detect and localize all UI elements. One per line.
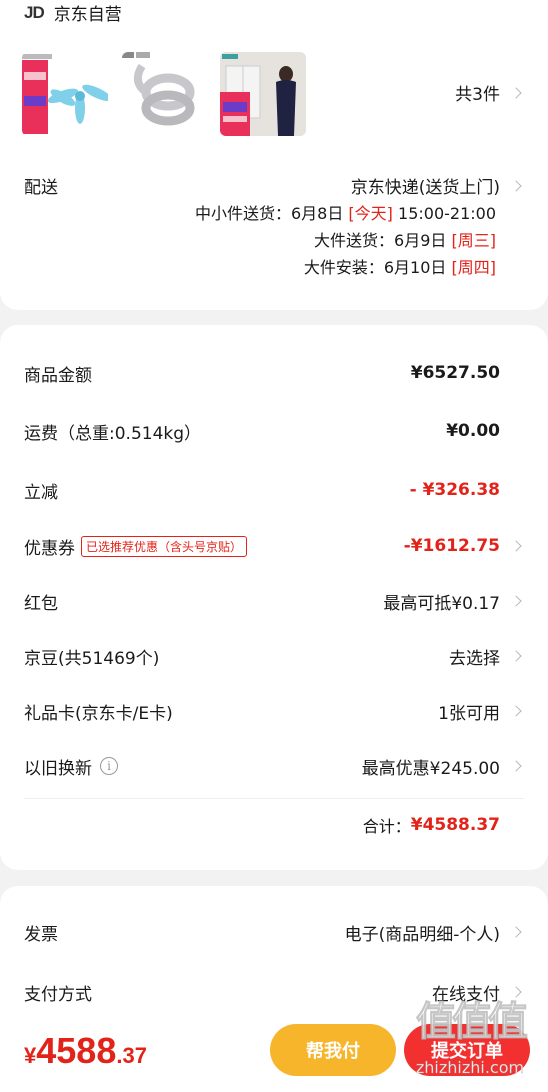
help-pay-label: 帮我付 bbox=[306, 1041, 360, 1062]
shipping-label: 运费（总重:0.514kg） bbox=[24, 423, 202, 444]
delivery-line-small: 中小件送货：6月8日 [今天] 15:00-21:00 bbox=[194, 204, 496, 223]
delivery-schedule: 中小件送货：6月8日 [今天] 15:00-21:00 大件送货：6月9日 [周… bbox=[195, 200, 496, 281]
shipping-row: 运费（总重:0.514kg） ¥0.00 bbox=[0, 403, 548, 459]
chevron-right-icon bbox=[510, 86, 522, 99]
goods-amount-label: 商品金额 bbox=[24, 365, 92, 386]
red-packet-value: 最高可抵¥0.17 bbox=[383, 593, 500, 614]
coupon-label: 优惠券 bbox=[24, 538, 75, 559]
payment-method-label: 支付方式 bbox=[24, 984, 92, 1005]
item-count-label: 共3件 bbox=[455, 85, 500, 105]
chevron-right-icon bbox=[510, 926, 522, 938]
jd-logo: JD bbox=[24, 2, 45, 22]
invoice-row[interactable]: 发票 电子(商品明细-个人) bbox=[0, 904, 548, 960]
gift-card-value: 1张可用 bbox=[438, 703, 500, 724]
delivery-method[interactable]: 京东快递(送货上门) bbox=[351, 173, 524, 198]
delivery-line-install: 大件安装：6月10日 [周四] bbox=[303, 258, 496, 277]
goods-amount-row: 商品金额 ¥6527.50 bbox=[0, 345, 548, 401]
product-thumb-hose[interactable] bbox=[122, 52, 208, 136]
payment-method-value: 在线支付 bbox=[432, 984, 500, 1005]
invoice-value: 电子(商品明细-个人) bbox=[344, 924, 500, 945]
gift-card-row[interactable]: 礼品卡(京东卡/E卡) 1张可用 bbox=[0, 683, 548, 739]
chevron-right-icon bbox=[510, 986, 522, 998]
trade-in-row[interactable]: 以旧换新 i 最高优惠¥245.00 bbox=[0, 738, 548, 794]
instant-discount-value: - ¥326.38 bbox=[409, 480, 500, 500]
chevron-right-icon bbox=[510, 179, 522, 192]
red-packet-row[interactable]: 红包 最高可抵¥0.17 bbox=[0, 573, 548, 629]
chevron-right-icon bbox=[510, 705, 522, 717]
hose-product-image bbox=[122, 52, 195, 126]
price-summary-card: 商品金额 ¥6527.50 运费（总重:0.514kg） ¥0.00 立减 - … bbox=[0, 325, 548, 870]
info-icon[interactable]: i bbox=[100, 757, 118, 775]
delivery-line-large: 大件送货：6月9日 [周三] bbox=[314, 231, 496, 250]
submit-order-label: 提交订单 bbox=[431, 1041, 503, 1062]
total-label: 合计： bbox=[362, 817, 411, 836]
coupon-tag: 已选推荐优惠（含头号京贴） bbox=[81, 535, 248, 557]
fan-product-image bbox=[22, 54, 108, 134]
invoice-label: 发票 bbox=[24, 924, 58, 945]
product-thumb-fridge[interactable] bbox=[220, 52, 306, 136]
delivery-method-text: 京东快递(送货上门) bbox=[350, 178, 500, 198]
instant-discount-label: 立减 bbox=[24, 482, 58, 503]
store-name: 京东自营 bbox=[53, 5, 122, 25]
chevron-right-icon bbox=[510, 595, 522, 607]
chevron-right-icon bbox=[510, 760, 522, 772]
coupon-value: -¥1612.75 bbox=[403, 536, 500, 556]
goods-amount-value: ¥6527.50 bbox=[410, 363, 500, 383]
gift-card-label: 礼品卡(京东卡/E卡) bbox=[24, 703, 173, 724]
trade-in-value: 最高优惠¥245.00 bbox=[361, 758, 500, 779]
coupon-row[interactable]: 优惠券 已选推荐优惠（含头号京贴） -¥1612.75 bbox=[0, 518, 548, 574]
delivery-label: 配送 bbox=[24, 178, 58, 198]
store-header: JD 京东自营 bbox=[24, 0, 122, 26]
bottom-total-price: ¥4588.37 bbox=[24, 1030, 147, 1071]
instant-discount-row: 立减 - ¥326.38 bbox=[0, 462, 548, 518]
item-count[interactable]: 共3件 bbox=[455, 80, 524, 105]
chevron-right-icon bbox=[510, 540, 522, 552]
jd-beans-value: 去选择 bbox=[449, 648, 500, 669]
product-thumb-fan[interactable] bbox=[22, 52, 108, 136]
jd-beans-row[interactable]: 京豆(共51469个) 去选择 bbox=[0, 628, 548, 684]
red-packet-label: 红包 bbox=[24, 593, 58, 614]
trade-in-label: 以旧换新 bbox=[24, 758, 92, 779]
order-card: JD 京东自营 共3件 配送 京东快递(送货上门) 中小件送货：6月8日 [今天… bbox=[0, 0, 548, 310]
jd-beans-label: 京豆(共51469个) bbox=[24, 648, 160, 669]
total-value: ¥4588.37 bbox=[410, 815, 500, 835]
shipping-value: ¥0.00 bbox=[446, 421, 500, 441]
submit-order-button[interactable]: 提交订单 bbox=[404, 1024, 530, 1076]
total-row: 合计： ¥4588.37 bbox=[0, 797, 548, 853]
chevron-right-icon bbox=[510, 650, 522, 662]
help-pay-button[interactable]: 帮我付 bbox=[270, 1024, 396, 1076]
bottom-bar: ¥4588.37 帮我付 提交订单 bbox=[0, 1012, 548, 1092]
fridge-product-image bbox=[220, 52, 306, 136]
